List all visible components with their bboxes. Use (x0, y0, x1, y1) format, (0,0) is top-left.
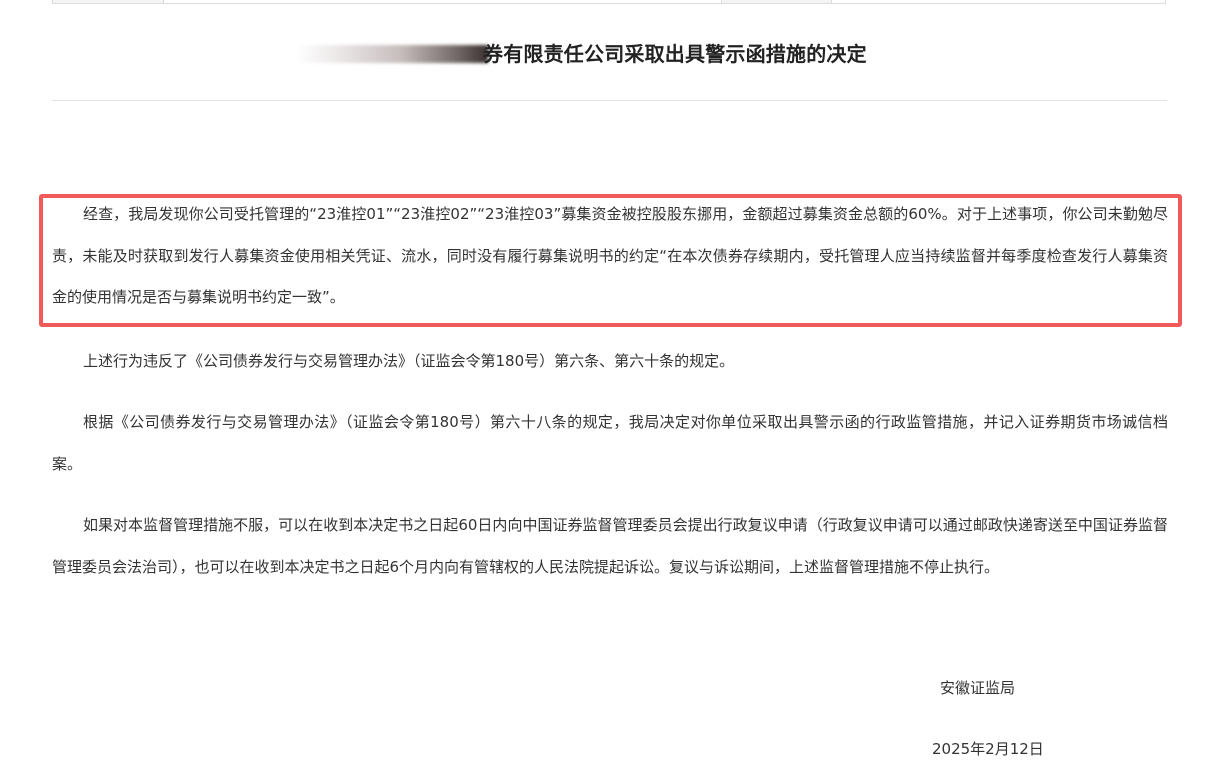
table-label-cell (53, 0, 163, 3)
signature-date: 2025年2月12日 (932, 740, 1044, 758)
title-divider (52, 100, 1167, 101)
paragraph-violation: 上述行为违反了《公司债券发行与交易管理办法》（证监会令第180号）第六条、第六十… (83, 352, 735, 370)
paragraph-appeal: 如果对本监督管理措施不服，可以在收到本决定书之日起60日内向中国证券监督管理委员… (52, 516, 1168, 576)
document-title: 券有限责任公司采取出具警示函措施的决定 (483, 42, 867, 66)
table-cell-divider (721, 0, 722, 3)
table-cell-divider (831, 0, 832, 3)
redaction-blur (296, 45, 488, 63)
header-info-table-edge (52, 0, 1166, 4)
signature-organization: 安徽证监局 (940, 679, 1016, 697)
paragraph-decision: 根据《公司债券发行与交易管理办法》（证监会令第180号）第六十八条的规定，我局决… (52, 413, 1168, 473)
title-area: 券有限责任公司采取出具警示函措施的决定 (0, 38, 1217, 72)
table-label-cell (721, 0, 831, 3)
highlight-annotation-box (39, 194, 1182, 327)
table-cell-divider (163, 0, 164, 3)
